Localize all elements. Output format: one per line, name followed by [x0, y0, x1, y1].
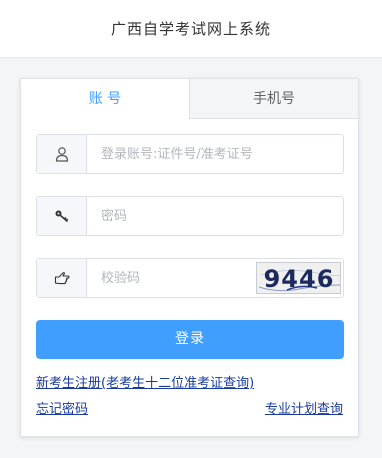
forgot-password-link[interactable]: 忘记密码	[36, 398, 88, 417]
account-field	[36, 134, 344, 174]
key-icon	[37, 197, 87, 235]
login-tabs: 账 号 手机号	[21, 79, 358, 119]
login-card: 账 号 手机号 登录账号:证件号/准考证号 校验码 9446 登录 新考生注册(…	[20, 78, 359, 437]
captcha-input[interactable]	[87, 259, 257, 297]
user-icon	[37, 135, 87, 173]
password-field	[36, 196, 344, 236]
captcha-field: 9446	[36, 258, 344, 298]
register-link[interactable]: 新考生注册(老考生十二位准考证查询)	[36, 372, 254, 391]
hand-pointer-icon	[37, 259, 87, 297]
tab-account[interactable]: 账 号	[21, 79, 190, 119]
account-input[interactable]	[87, 135, 343, 173]
login-button[interactable]: 登录	[36, 320, 344, 359]
page-title: 广西自学考试网上系统	[110, 20, 271, 38]
top-header-bar: 广西自学考试网上系统	[0, 0, 382, 58]
captcha-text: 9446	[264, 265, 335, 293]
password-input[interactable]	[87, 197, 343, 235]
tab-mobile[interactable]: 手机号	[190, 79, 358, 119]
captcha-image[interactable]: 9446	[256, 262, 341, 294]
plan-query-link[interactable]: 专业计划查询	[265, 398, 343, 417]
